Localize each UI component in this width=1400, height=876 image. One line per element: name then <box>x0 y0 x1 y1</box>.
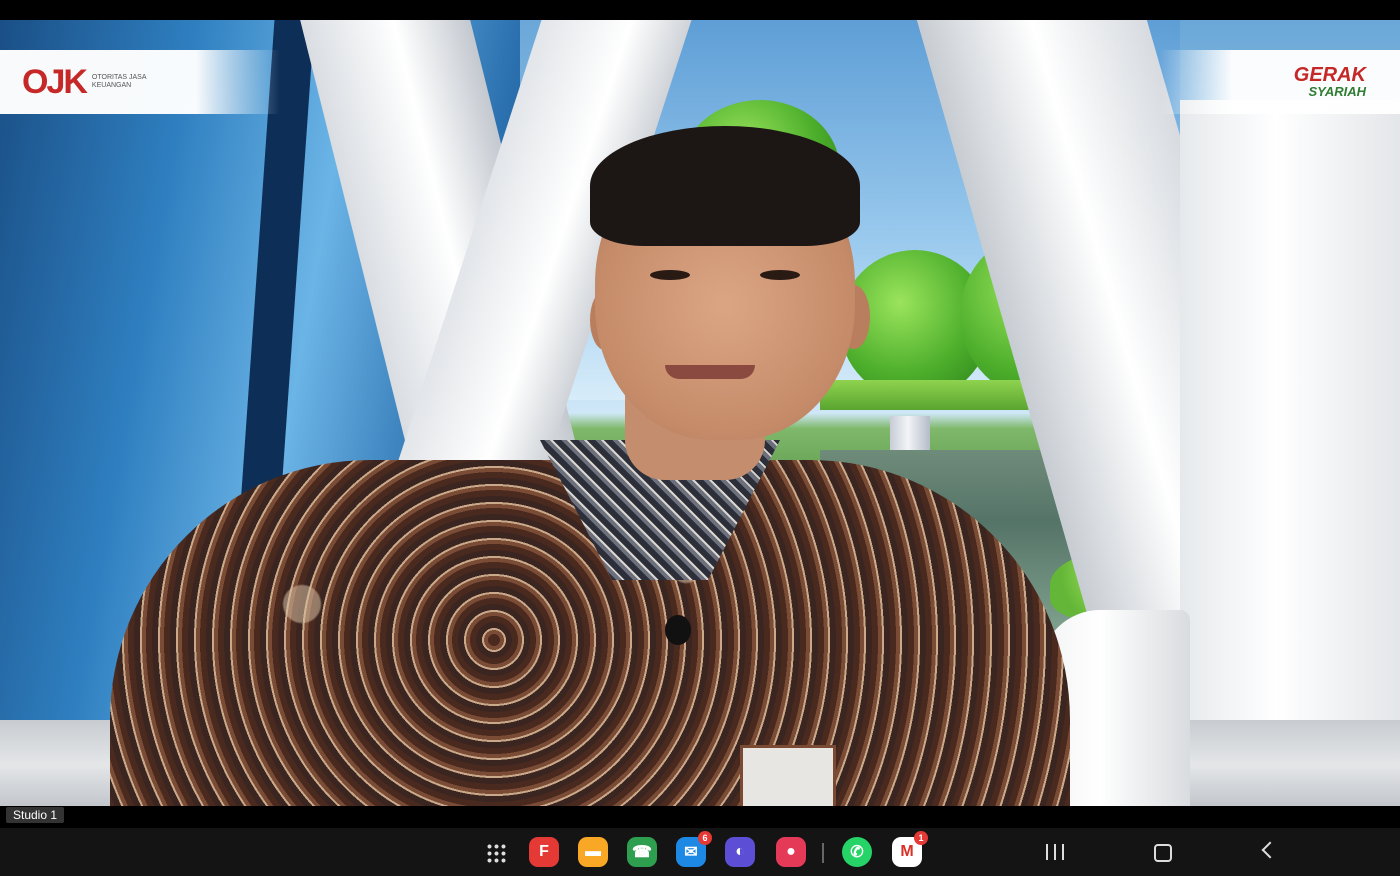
gmail-notification-badge: 1 <box>914 831 928 845</box>
gmail-app-icon[interactable]: M 1 <box>892 831 928 867</box>
whatsapp-glyph: ✆ <box>850 844 864 861</box>
ojk-logo: OJK <box>22 62 88 101</box>
folder-glyph: ▬ <box>585 843 601 860</box>
messages-notification-badge: 6 <box>698 831 712 845</box>
my-files-app-icon[interactable]: ▬ <box>578 837 608 867</box>
studio-white-wall <box>1180 100 1400 806</box>
home-icon[interactable] <box>1154 844 1172 862</box>
syariah-logo: SYARIAH <box>1308 84 1366 99</box>
taskbar-separator <box>822 843 824 863</box>
samsung-internet-app-icon[interactable]: ◐ <box>725 837 755 867</box>
message-glyph: ✉ <box>684 844 698 861</box>
presenter-mouth <box>665 365 755 379</box>
ojk-logo-bar: OJK OTORITAS JASA KEUANGAN <box>0 50 280 114</box>
screen-recorder-app-icon[interactable]: ● <box>776 837 806 867</box>
id-badge <box>740 745 836 806</box>
gerak-logo: GERAK <box>1293 64 1366 86</box>
lapel-mic <box>665 615 691 645</box>
app-drawer-icon[interactable] <box>486 843 506 863</box>
presenter-eye <box>650 270 690 280</box>
participant-name-label: Studio 1 <box>6 807 65 823</box>
back-icon[interactable] <box>1261 841 1279 859</box>
presenter <box>90 120 1070 806</box>
whatsapp-app-icon[interactable]: ✆ <box>842 837 872 867</box>
phone-app-icon[interactable]: ☎ <box>627 837 657 867</box>
presenter-hair <box>590 126 860 246</box>
flipboard-glyph: F <box>539 843 549 860</box>
presenter-eye <box>760 270 800 280</box>
phone-glyph: ☎ <box>632 844 652 861</box>
record-glyph: ● <box>786 843 796 860</box>
video-feed[interactable] <box>0 20 1400 806</box>
ojk-logo-subtitle: OTORITAS JASA KEUANGAN <box>91 74 147 89</box>
messages-app-icon[interactable]: ✉ 6 <box>676 831 712 867</box>
gerak-syariah-logo-bar: GERAK SYARIAH <box>1160 50 1400 114</box>
recent-apps-icon[interactable] <box>1046 844 1064 860</box>
screen: OJK OTORITAS JASA KEUANGAN GERAK SYARIAH… <box>0 0 1400 876</box>
flipboard-app-icon[interactable]: F <box>529 837 559 867</box>
gmail-glyph: M <box>900 843 914 860</box>
browser-glyph: ◐ <box>735 843 745 860</box>
taskbar: F ▬ ☎ ✉ 6 ◐ ● ✆ M 1 <box>0 828 1400 876</box>
